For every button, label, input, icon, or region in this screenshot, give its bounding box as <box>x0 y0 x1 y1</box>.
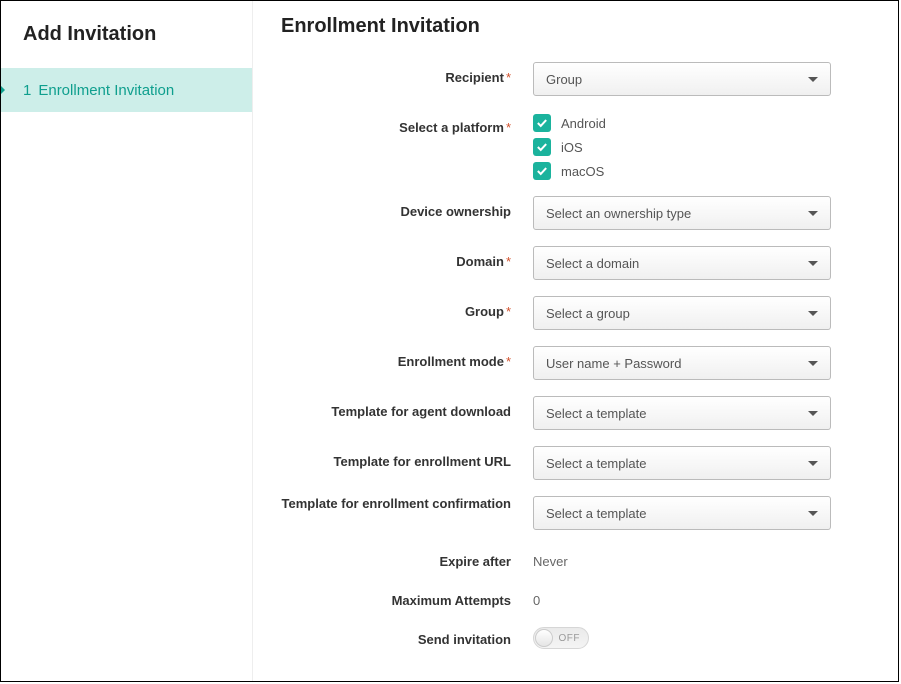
app-frame: Add Invitation 1 Enrollment Invitation E… <box>0 0 899 682</box>
main-panel: Enrollment Invitation Recipient* Group S… <box>253 1 898 681</box>
label-recipient: Recipient* <box>281 62 533 85</box>
label-template-url: Template for enrollment URL <box>281 446 533 469</box>
platform-macos-label: macOS <box>561 164 604 179</box>
label-group: Group* <box>281 296 533 319</box>
label-attempts: Maximum Attempts <box>281 585 533 608</box>
template-agent-select[interactable]: Select a template <box>533 396 831 430</box>
checkbox-macos[interactable] <box>533 162 551 180</box>
group-value: Select a group <box>546 306 630 321</box>
caret-down-icon <box>808 261 818 266</box>
recipient-value: Group <box>546 72 582 87</box>
template-confirm-value: Select a template <box>546 506 646 521</box>
sidebar: Add Invitation 1 Enrollment Invitation <box>1 1 253 681</box>
platform-android-label: Android <box>561 116 606 131</box>
sidebar-step-enrollment[interactable]: 1 Enrollment Invitation <box>1 68 252 112</box>
label-mode: Enrollment mode* <box>281 346 533 369</box>
template-url-select[interactable]: Select a template <box>533 446 831 480</box>
step-label: Enrollment Invitation <box>38 82 174 99</box>
caret-down-icon <box>808 361 818 366</box>
label-platform: Select a platform* <box>281 112 533 135</box>
template-url-value: Select a template <box>546 456 646 471</box>
mode-value: User name + Password <box>546 356 681 371</box>
checkbox-ios[interactable] <box>533 138 551 156</box>
toggle-knob-icon <box>535 629 553 647</box>
step-indicator-icon <box>0 85 5 95</box>
send-invitation-toggle[interactable]: OFF <box>533 627 589 649</box>
recipient-select[interactable]: Group <box>533 62 831 96</box>
platform-checkbox-list: Android iOS macOS <box>533 112 868 180</box>
group-select[interactable]: Select a group <box>533 296 831 330</box>
caret-down-icon <box>808 511 818 516</box>
platform-ios-label: iOS <box>561 140 583 155</box>
label-expire: Expire after <box>281 546 533 569</box>
caret-down-icon <box>808 77 818 82</box>
mode-select[interactable]: User name + Password <box>533 346 831 380</box>
label-template-agent: Template for agent download <box>281 396 533 419</box>
label-domain: Domain* <box>281 246 533 269</box>
step-number: 1 <box>23 82 31 99</box>
ownership-value: Select an ownership type <box>546 206 691 221</box>
domain-value: Select a domain <box>546 256 639 271</box>
expire-value: Never <box>533 546 868 569</box>
page-title: Enrollment Invitation <box>281 15 868 38</box>
template-confirm-select[interactable]: Select a template <box>533 496 831 530</box>
caret-down-icon <box>808 461 818 466</box>
caret-down-icon <box>808 411 818 416</box>
label-template-confirm: Template for enrollment confirmation <box>281 496 533 511</box>
label-ownership: Device ownership <box>281 196 533 219</box>
label-send: Send invitation <box>281 624 533 647</box>
checkbox-android[interactable] <box>533 114 551 132</box>
caret-down-icon <box>808 211 818 216</box>
template-agent-value: Select a template <box>546 406 646 421</box>
enrollment-form: Recipient* Group Select a platform* Andr… <box>281 62 868 649</box>
domain-select[interactable]: Select a domain <box>533 246 831 280</box>
ownership-select[interactable]: Select an ownership type <box>533 196 831 230</box>
toggle-state: OFF <box>559 633 581 644</box>
sidebar-title: Add Invitation <box>1 13 252 68</box>
attempts-value: 0 <box>533 585 868 608</box>
caret-down-icon <box>808 311 818 316</box>
